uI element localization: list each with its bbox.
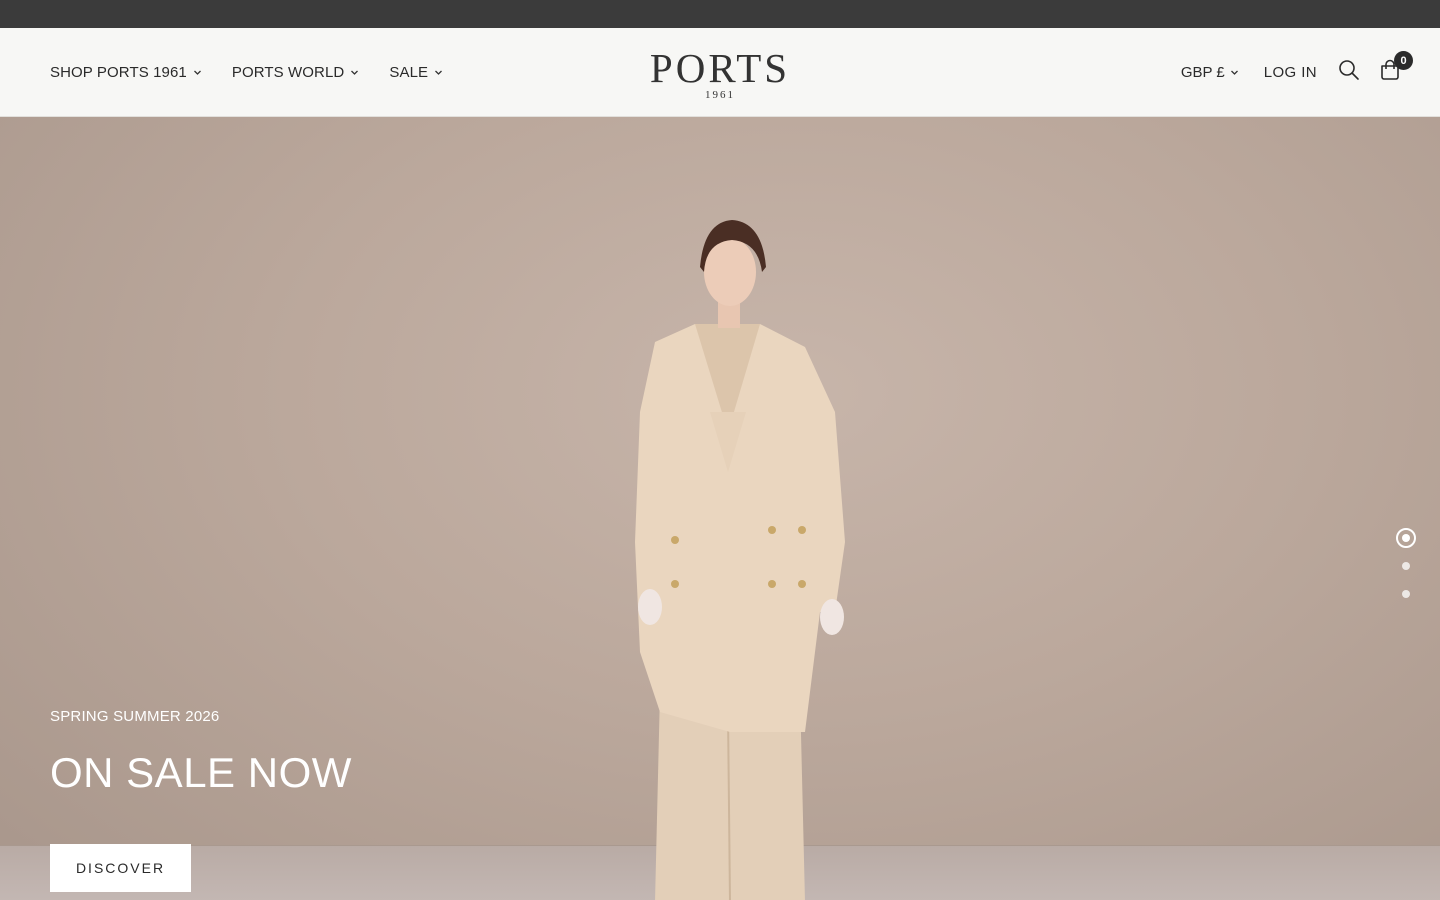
nav-shop-ports-1961[interactable]: SHOP PORTS 1961 [50, 64, 202, 81]
nav-sale[interactable]: SALE [389, 64, 443, 81]
hero-eyebrow: SPRING SUMMER 2026 [50, 708, 220, 725]
search-icon [1338, 59, 1360, 86]
nav-ports-world[interactable]: PORTS WORLD [232, 64, 360, 81]
chevron-down-icon [193, 68, 202, 77]
search-button[interactable] [1337, 59, 1361, 86]
hero-model-image [635, 220, 845, 900]
slide-dot-2[interactable] [1402, 562, 1410, 570]
cart-count-badge: 0 [1394, 51, 1413, 70]
currency-label: GBP £ [1180, 63, 1225, 81]
login-link[interactable]: LOG IN [1264, 64, 1317, 81]
hero-banner: SPRING SUMMER 2026 ON SALE NOW DISCOVER [0, 117, 1440, 900]
hero-title: ON SALE NOW [50, 749, 352, 796]
site-header: SHOP PORTS 1961 PORTS WORLD SALE PORTS 1… [0, 28, 1440, 117]
slide-dot-3[interactable] [1402, 590, 1410, 598]
chevron-down-icon [1230, 68, 1239, 77]
discover-button[interactable]: DISCOVER [50, 844, 191, 892]
nav-label: SALE [389, 63, 429, 81]
chevron-down-icon [350, 68, 359, 77]
logo-wordmark[interactable]: PORTS [650, 47, 790, 88]
nav-label: PORTS WORLD [231, 63, 345, 81]
currency-selector[interactable]: GBP £ [1181, 64, 1239, 81]
slide-dot-1[interactable] [1396, 528, 1416, 548]
nav-label: SHOP PORTS 1961 [50, 63, 187, 81]
announcement-bar [0, 0, 1440, 28]
chevron-down-icon [434, 68, 443, 77]
header-actions: GBP £ LOG IN 0 [1181, 28, 1413, 116]
cart-button[interactable]: 0 [1378, 51, 1413, 84]
main-nav: SHOP PORTS 1961 PORTS WORLD SALE [50, 28, 443, 116]
